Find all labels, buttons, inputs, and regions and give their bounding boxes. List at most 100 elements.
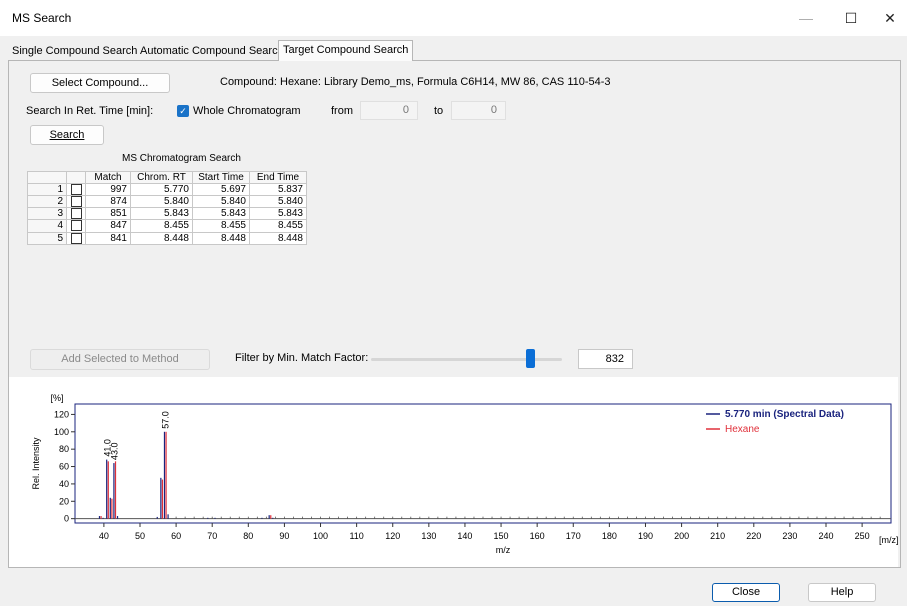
match-cell: 997 bbox=[85, 182, 131, 197]
x-tick-label: 230 bbox=[782, 531, 797, 541]
tab-target-compound-search[interactable]: Target Compound Search bbox=[278, 40, 414, 61]
row-number: 4 bbox=[27, 219, 67, 233]
checkbox-box[interactable] bbox=[70, 208, 82, 220]
minimize-button[interactable]: — bbox=[789, 6, 823, 30]
row-number: 1 bbox=[27, 182, 67, 197]
spectrum-chart-area: 0 20 40 60 80 100 120 40 50 60 70 80 90 100 110 120 130 1… bbox=[9, 377, 898, 567]
legend-spectral: 5.770 min (Spectral Data) bbox=[725, 409, 844, 420]
to-label: to bbox=[434, 105, 444, 117]
search-in-ret-time-label: Search In Ret. Time [min]: bbox=[26, 105, 154, 117]
match-cell: 851 bbox=[85, 207, 131, 221]
start-time-header[interactable]: Start Time bbox=[192, 171, 250, 184]
rt-cell: 5.840 bbox=[130, 195, 193, 209]
match-header[interactable]: Match bbox=[85, 171, 131, 184]
search-button-label: Search bbox=[49, 129, 85, 141]
x-tick-label: 220 bbox=[746, 531, 761, 541]
x-tick-label: 40 bbox=[99, 531, 109, 541]
rt-cell: 8.455 bbox=[130, 219, 193, 233]
slider-thumb[interactable] bbox=[525, 349, 535, 368]
end-time-header[interactable]: End Time bbox=[249, 171, 307, 184]
start-cell: 8.455 bbox=[192, 219, 250, 233]
plot-frame bbox=[74, 403, 892, 524]
y-tick-label: 0 bbox=[64, 514, 69, 524]
start-cell: 5.840 bbox=[192, 195, 250, 209]
checkbox-box[interactable] bbox=[70, 184, 82, 195]
row-number-header bbox=[27, 171, 67, 184]
end-cell: 5.840 bbox=[249, 195, 307, 209]
x-tick-label: 240 bbox=[818, 531, 833, 541]
row-checkbox[interactable] bbox=[66, 219, 86, 233]
x-tick-label: 100 bbox=[313, 531, 328, 541]
row-checkbox[interactable] bbox=[66, 182, 86, 197]
x-tick-label: 150 bbox=[494, 531, 509, 541]
y-axis-label: Rel. Intensity bbox=[31, 437, 41, 490]
x-tick-label: 80 bbox=[243, 531, 253, 541]
row-checkbox[interactable] bbox=[66, 231, 86, 245]
x-tick-label: 60 bbox=[171, 531, 181, 541]
checkbox-box[interactable] bbox=[70, 196, 82, 208]
compound-value: Hexane: Library Demo_ms, Formula C6H14, … bbox=[280, 76, 611, 88]
end-cell: 8.455 bbox=[249, 219, 307, 233]
x-tick-label: 130 bbox=[421, 531, 436, 541]
end-cell: 5.843 bbox=[249, 207, 307, 221]
start-cell: 8.448 bbox=[192, 231, 250, 245]
title-bar: MS Search — ☐ ✕ bbox=[0, 0, 907, 36]
match-factor-input[interactable]: 832 bbox=[578, 349, 633, 369]
table-row[interactable]: 2 874 5.840 5.840 5.840 bbox=[27, 195, 307, 209]
table-row[interactable]: 4 847 8.455 8.455 8.455 bbox=[27, 219, 307, 233]
select-header bbox=[66, 171, 86, 184]
match-cell: 841 bbox=[85, 231, 131, 245]
chrom-rt-header[interactable]: Chrom. RT bbox=[130, 171, 193, 184]
row-checkbox[interactable] bbox=[66, 195, 86, 209]
row-number: 2 bbox=[27, 195, 67, 209]
x-tick-label: 70 bbox=[207, 531, 217, 541]
table-header-row: Match Chrom. RT Start Time End Time bbox=[27, 171, 307, 184]
x-tick-label: 250 bbox=[855, 531, 870, 541]
legend-library: Hexane bbox=[725, 424, 760, 435]
checkbox-box[interactable] bbox=[70, 232, 82, 244]
to-input[interactable]: 0 bbox=[451, 101, 506, 120]
table-row[interactable]: 1 997 5.770 5.697 5.837 bbox=[27, 182, 307, 197]
x-axis-label: m/z bbox=[496, 545, 511, 555]
maximize-button[interactable]: ☐ bbox=[834, 6, 868, 30]
rt-cell: 5.770 bbox=[130, 182, 193, 197]
x-tick-label: 120 bbox=[385, 531, 400, 541]
filter-label: Filter by Min. Match Factor: bbox=[235, 352, 369, 364]
add-selected-to-method-button[interactable]: Add Selected to Method bbox=[30, 349, 210, 370]
close-button[interactable]: Close bbox=[712, 583, 780, 602]
tab-single-compound-search[interactable]: Single Compound Search bbox=[8, 43, 141, 60]
tab-automatic-compound-search[interactable]: Automatic Compound Search bbox=[136, 43, 288, 60]
match-cell: 874 bbox=[85, 195, 131, 209]
close-window-button[interactable]: ✕ bbox=[873, 6, 907, 30]
tab-strip: Single Compound Search Automatic Compoun… bbox=[8, 40, 899, 61]
whole-chromatogram-checkbox[interactable]: ✓ bbox=[177, 105, 189, 117]
table-title: MS Chromatogram Search bbox=[122, 153, 241, 164]
help-button[interactable]: Help bbox=[808, 583, 876, 602]
x-tick-label: 160 bbox=[530, 531, 545, 541]
whole-chromatogram-label: Whole Chromatogram bbox=[193, 105, 301, 117]
end-cell: 8.448 bbox=[249, 231, 307, 245]
y-tick-label: 100 bbox=[54, 427, 69, 437]
table-row[interactable]: 3 851 5.843 5.843 5.843 bbox=[27, 207, 307, 221]
row-checkbox[interactable] bbox=[66, 207, 86, 221]
row-number: 3 bbox=[27, 207, 67, 221]
y-tick-label: 20 bbox=[59, 496, 69, 506]
compound-label: Compound: bbox=[220, 76, 277, 88]
x-tick-label: 110 bbox=[349, 531, 363, 541]
window-title: MS Search bbox=[12, 11, 72, 25]
x-tick-label: 90 bbox=[279, 531, 289, 541]
spectrum-chart[interactable]: 0 20 40 60 80 100 120 40 50 60 70 80 90 100 110 120 130 1… bbox=[9, 377, 898, 567]
y-tick-label: 120 bbox=[54, 409, 69, 419]
end-cell: 5.837 bbox=[249, 182, 307, 197]
y-tick-label: 40 bbox=[59, 479, 69, 489]
y-unit-label: [%] bbox=[50, 393, 63, 403]
table-row[interactable]: 5 841 8.448 8.448 8.448 bbox=[27, 231, 307, 245]
match-cell: 847 bbox=[85, 219, 131, 233]
y-tick-label: 60 bbox=[59, 462, 69, 472]
from-input[interactable]: 0 bbox=[360, 101, 418, 120]
checkbox-box[interactable] bbox=[70, 220, 82, 232]
rt-cell: 8.448 bbox=[130, 231, 193, 245]
select-compound-button[interactable]: Select Compound... bbox=[30, 73, 170, 93]
search-button[interactable]: Search bbox=[30, 125, 104, 145]
x-unit-label: [m/z] bbox=[879, 535, 898, 545]
